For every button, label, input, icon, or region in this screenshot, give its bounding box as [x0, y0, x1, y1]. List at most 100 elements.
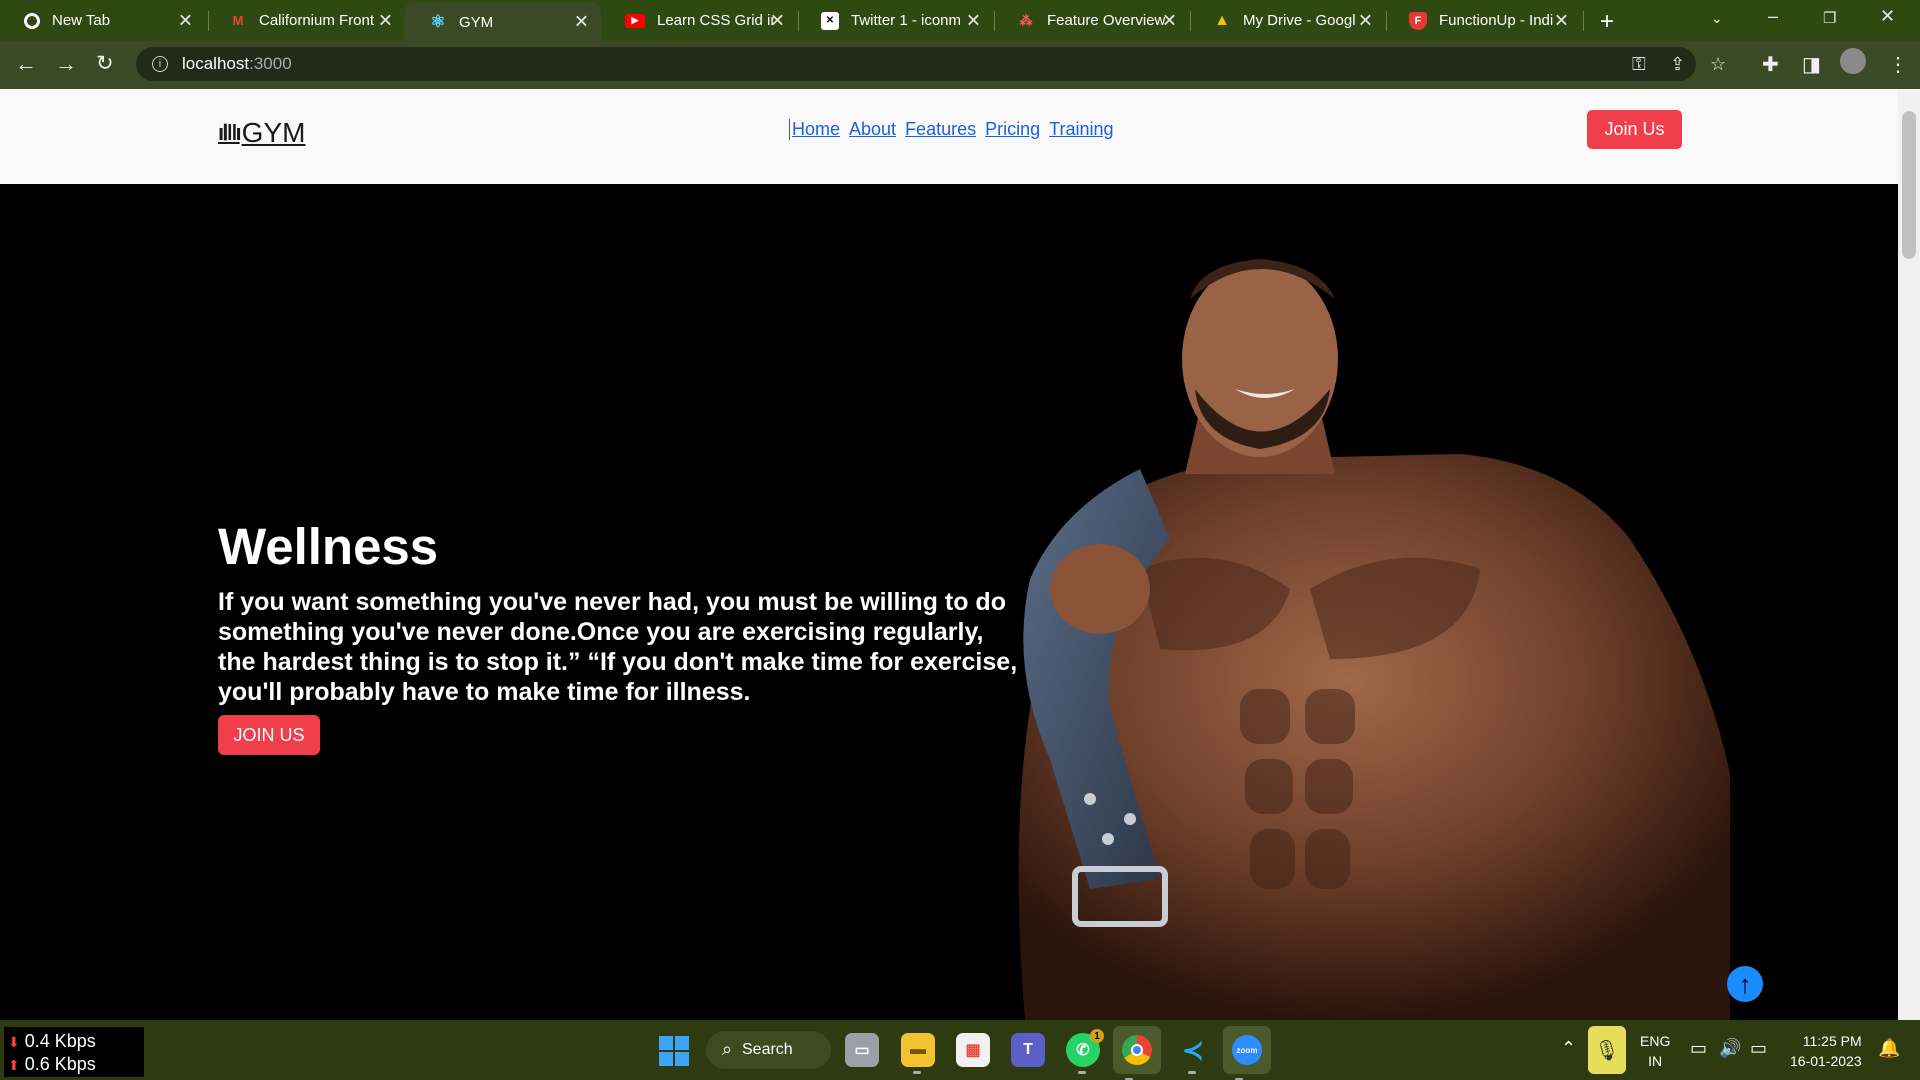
nav-link-about[interactable]: About [849, 119, 896, 140]
clock-time: 11:25 PM [1802, 1033, 1862, 1049]
nav-link-pricing[interactable]: Pricing [985, 119, 1040, 140]
clock-date: 16-01-2023 [1790, 1053, 1862, 1069]
close-window-button[interactable]: ✕ [1880, 6, 1895, 27]
tab-feature-overview[interactable]: ⁂ Feature Overview ✕ [993, 0, 1189, 41]
tab-functionup[interactable]: F FunctionUp - Indi ✕ [1385, 0, 1581, 41]
close-icon[interactable]: ✕ [1554, 10, 1569, 31]
share-icon[interactable]: ⇪ [1670, 54, 1685, 75]
page-viewport: ıⅠ‖ı GYM Home About Features Pricing Tra… [0, 89, 1920, 1020]
close-icon[interactable]: ✕ [1358, 10, 1373, 31]
site-logo[interactable]: ıⅠ‖ı GYM [218, 117, 305, 149]
gmail-icon: M [232, 13, 244, 28]
taskbar-search-label: Search [742, 1041, 793, 1058]
lang-region: IN [1648, 1053, 1663, 1069]
tab-californium[interactable]: M Californium Front ✕ [205, 0, 405, 41]
close-icon[interactable]: ✕ [1162, 10, 1177, 31]
screen: New Tab ✕ M Californium Front ✕ ⚛ GYM ✕ … [0, 0, 1920, 1080]
whatsapp-icon[interactable]: ✆ 1 [1066, 1029, 1104, 1074]
tab-search-chevron-icon[interactable]: ⌄ [1711, 10, 1723, 27]
close-icon[interactable]: ✕ [378, 10, 393, 31]
functionup-icon: F [1409, 11, 1427, 30]
language-indicator[interactable]: ENG IN [1640, 1031, 1670, 1071]
iconmonstr-icon: ✕ [821, 11, 839, 30]
tab-label: GYM [459, 13, 494, 31]
net-down: 0.4 Kbps [24, 1031, 96, 1051]
logo-text: GYM [241, 117, 306, 148]
profile-avatar[interactable] [1840, 48, 1866, 74]
vscode-icon[interactable]: ≺ [1176, 1033, 1210, 1074]
nav-link-home[interactable]: Home [792, 119, 840, 140]
tab-divider [1583, 11, 1584, 31]
tab-my-drive[interactable]: ▲ My Drive - Googl ✕ [1189, 0, 1385, 41]
task-view-icon[interactable]: ▭ [845, 1033, 879, 1067]
hero-section: Wellness If you want something you've ne… [0, 184, 1898, 1020]
upload-arrow-icon: ⬆ [8, 1057, 20, 1073]
tab-gym[interactable]: ⚛ GYM ✕ [405, 3, 601, 41]
youtube-icon: ▶ [625, 13, 645, 28]
download-arrow-icon: ⬇ [8, 1034, 20, 1050]
tab-label: My Drive - Googl [1243, 12, 1356, 29]
tab-strip: New Tab ✕ M Californium Front ✕ ⚛ GYM ✕ … [0, 0, 1920, 41]
zoom-taskbar-icon[interactable]: zoom [1223, 1026, 1271, 1080]
network-speed-widget: ⬇ 0.4 Kbps ⬆ 0.6 Kbps [4, 1027, 144, 1077]
close-icon[interactable]: ✕ [966, 10, 981, 31]
extensions-icon[interactable]: ✚ [1762, 52, 1779, 77]
site-nav: Home About Features Pricing Training [789, 119, 1114, 140]
menu-kebab-icon[interactable]: ⋮ [1888, 52, 1908, 77]
google-drive-icon: ▲ [1214, 11, 1230, 29]
scrollbar-thumb[interactable] [1902, 111, 1916, 259]
tab-label: New Tab [52, 12, 111, 29]
close-icon[interactable]: ✕ [574, 12, 589, 33]
header-join-button[interactable]: Join Us [1587, 110, 1682, 149]
volume-icon[interactable]: 🔊 [1719, 1038, 1741, 1059]
system-clock[interactable]: 11:25 PM 16-01-2023 [1790, 1031, 1862, 1071]
site-header: ıⅠ‖ı GYM Home About Features Pricing Tra… [0, 89, 1898, 184]
hero-quote: If you want something you've never had, … [218, 588, 1018, 706]
url-port: :3000 [249, 54, 292, 73]
hero-title: Wellness [218, 518, 439, 575]
key-icon[interactable]: ⚿ [1632, 54, 1646, 75]
notifications-icon[interactable]: 🔔 [1878, 1038, 1900, 1059]
info-icon[interactable]: i [152, 56, 168, 72]
battery-icon[interactable]: ▭ [1750, 1038, 1767, 1059]
microsoft-store-icon[interactable]: ▦ [956, 1033, 990, 1067]
page-scrollbar[interactable] [1898, 89, 1920, 1020]
feature-icon: ⁂ [1019, 12, 1033, 28]
windows-start-icon[interactable] [659, 1036, 689, 1066]
forward-button[interactable]: → [55, 51, 77, 77]
nav-link-features[interactable]: Features [905, 119, 976, 140]
tab-label: Twitter 1 - iconm [851, 12, 962, 29]
dumbbell-icon: ıⅠ‖ı [218, 120, 242, 145]
chrome-taskbar-icon[interactable] [1113, 1026, 1161, 1080]
taskbar: ⬇ 0.4 Kbps ⬆ 0.6 Kbps ⌕ Search ▭ ▬ ▦ T ✆… [0, 1020, 1920, 1080]
nav-link-training[interactable]: Training [1049, 119, 1113, 140]
tab-twitter[interactable]: ✕ Twitter 1 - iconm ✕ [797, 0, 993, 41]
microphone-icon[interactable]: 🎙 [1588, 1026, 1626, 1074]
back-button[interactable]: ← [15, 51, 37, 77]
tab-new-tab[interactable]: New Tab ✕ [0, 0, 205, 41]
bodybuilder-image [1018, 259, 1730, 1020]
bookmark-star-icon[interactable]: ☆ [1710, 54, 1726, 75]
restore-button[interactable]: ❐ [1823, 9, 1836, 27]
reload-button[interactable]: ↻ [96, 51, 114, 76]
close-icon[interactable]: ✕ [178, 10, 193, 31]
display-icon[interactable]: ▭ [1690, 1038, 1707, 1059]
address-bar[interactable]: i localhost :3000 ⚿ ⇪ ☆ [136, 47, 1726, 81]
chrome-icon [24, 12, 40, 29]
tab-label: Learn CSS Grid in [657, 12, 775, 29]
taskbar-search[interactable]: ⌕ Search [706, 1031, 831, 1069]
side-panel-icon[interactable]: ◨ [1802, 52, 1821, 77]
scroll-to-top-button[interactable]: ↑ [1727, 966, 1763, 1002]
close-icon[interactable]: ✕ [770, 10, 785, 31]
browser-toolbar: ← → ↻ i localhost :3000 ⚿ ⇪ ☆ ✚ ◨ ⋮ [0, 41, 1920, 89]
show-hidden-icons-chevron[interactable]: ⌃ [1561, 1038, 1576, 1059]
notification-badge: 1 [1090, 1029, 1104, 1043]
teams-icon[interactable]: T [1011, 1033, 1045, 1067]
minimize-button[interactable]: – [1768, 6, 1778, 27]
file-explorer-icon[interactable]: ▬ [901, 1033, 935, 1074]
search-icon: ⌕ [722, 1039, 733, 1059]
new-tab-button[interactable]: + [1600, 8, 1614, 36]
tab-css-grid[interactable]: ▶ Learn CSS Grid in ✕ [601, 0, 797, 41]
hero-join-button[interactable]: JOIN US [218, 715, 320, 755]
react-icon: ⚛ [430, 12, 446, 31]
